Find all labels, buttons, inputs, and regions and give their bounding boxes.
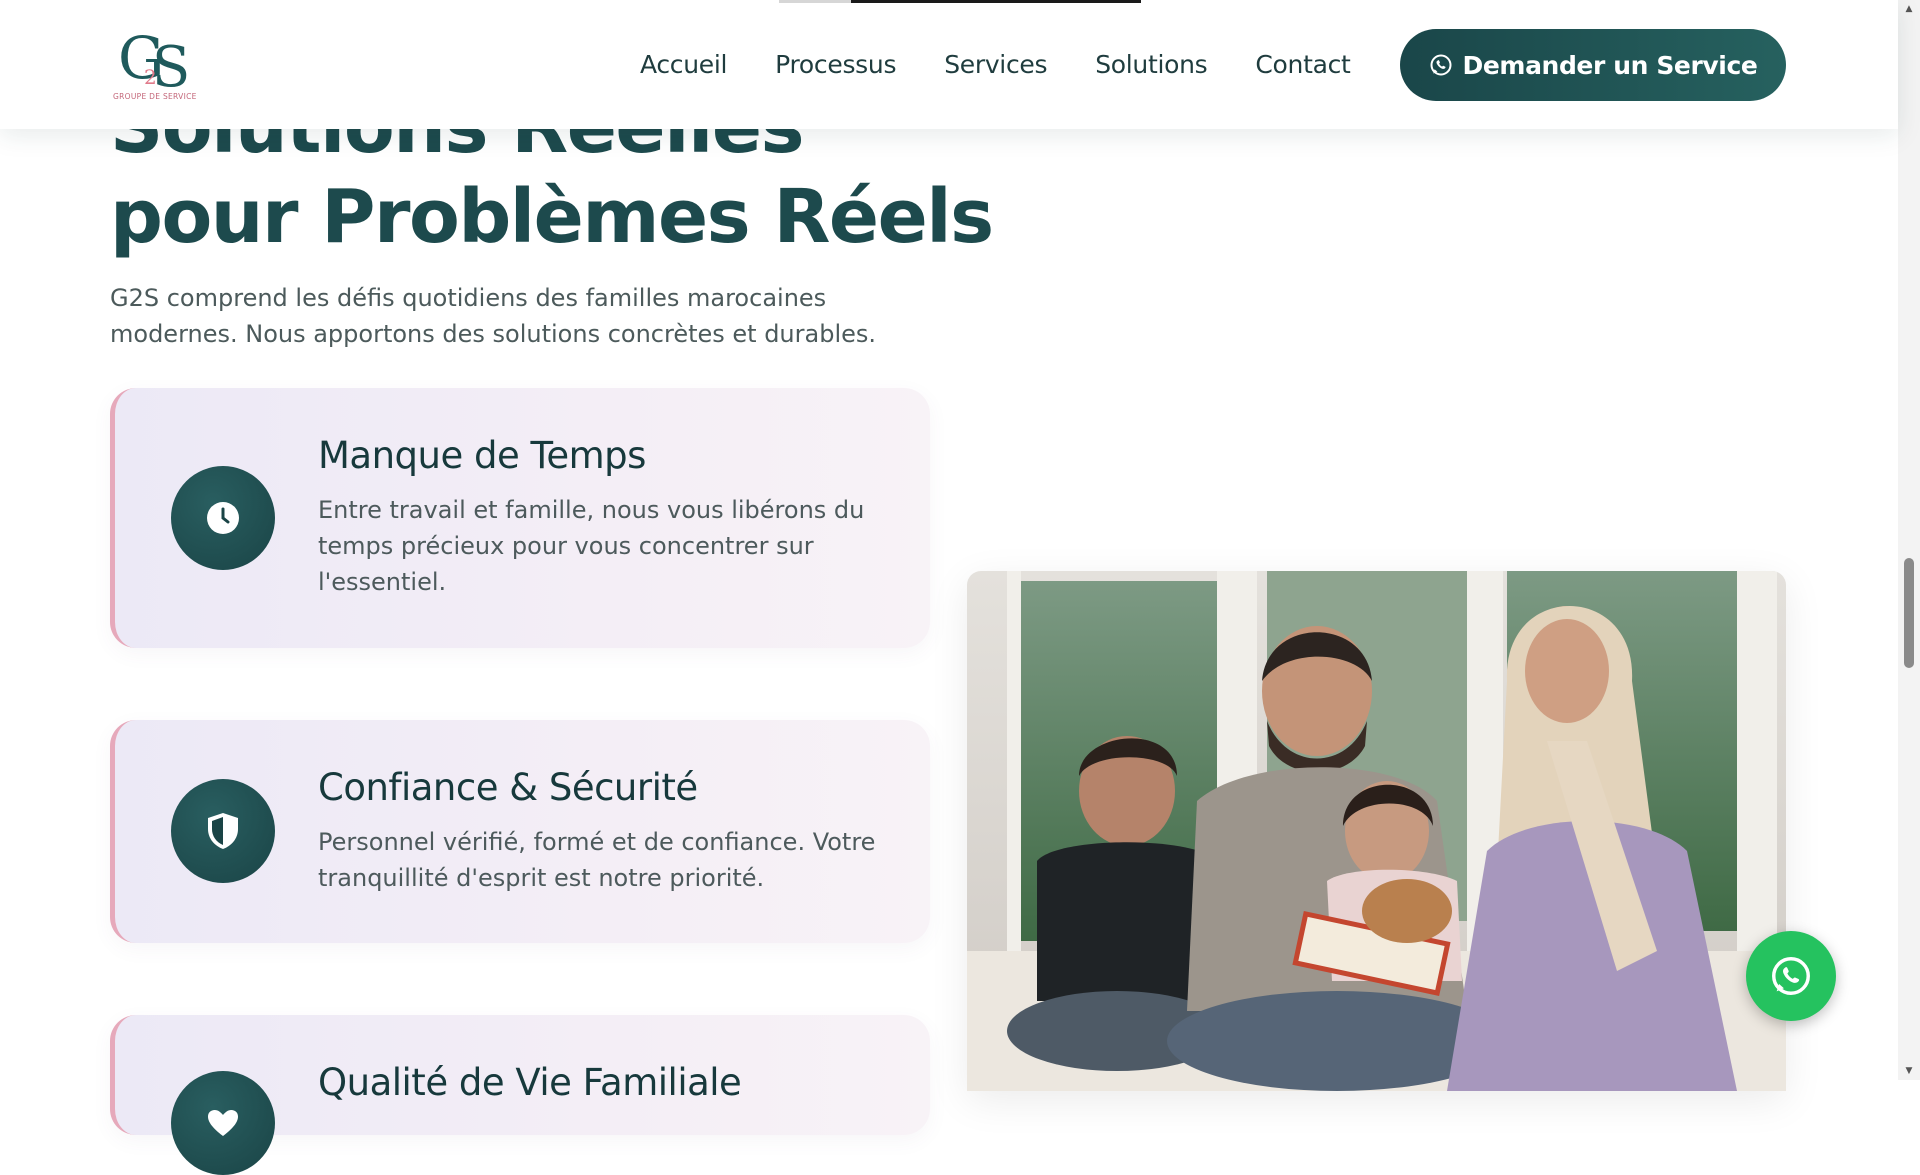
nav-processus[interactable]: Processus	[775, 45, 896, 85]
whatsapp-icon	[1772, 957, 1810, 995]
request-service-button[interactable]: Demander un Service	[1400, 29, 1786, 101]
site-logo[interactable]: G S 2 GROUPE DE SERVICE	[110, 26, 205, 104]
card-description: Personnel vérifié, formé et de confiance…	[318, 828, 876, 892]
problem-card-trust: Confiance & Sécurité Personnel vérifié, …	[110, 720, 930, 943]
card-title: Manque de Temps	[318, 434, 646, 477]
card-icon-circle	[171, 779, 275, 883]
site-header: G S 2 GROUPE DE SERVICE Accueil Processu…	[0, 0, 1898, 129]
hero-headline-line2: pour Problèmes Réels	[110, 174, 994, 260]
whatsapp-float-button[interactable]	[1746, 931, 1836, 1021]
scroll-down-arrow-icon[interactable]: ▼	[1903, 1066, 1915, 1076]
card-icon-circle	[171, 1071, 275, 1175]
shield-icon	[208, 813, 238, 849]
family-photo	[967, 571, 1786, 1091]
nav-accueil[interactable]: Accueil	[640, 45, 727, 85]
card-description: Entre travail et famille, nous vous libé…	[318, 496, 865, 596]
scrollbar-thumb[interactable]	[1904, 558, 1914, 668]
main-nav: Accueil Processus Services Solutions Con…	[640, 45, 1399, 85]
scroll-progress-fill	[851, 0, 1141, 3]
logo-s: S	[152, 35, 190, 92]
nav-solutions[interactable]: Solutions	[1095, 45, 1207, 85]
nav-services[interactable]: Services	[944, 45, 1047, 85]
nav-contact[interactable]: Contact	[1255, 45, 1350, 85]
whatsapp-icon	[1430, 54, 1452, 76]
problem-card-time: Manque de Temps Entre travail et famille…	[110, 388, 930, 648]
problem-card-family: Qualité de Vie Familiale	[110, 1015, 930, 1175]
page-scrollbar[interactable]: ▲ ▼	[1898, 0, 1920, 1080]
heart-icon	[208, 1110, 238, 1136]
logo-2: 2	[144, 65, 157, 89]
family-photo-illustration	[967, 571, 1786, 1091]
logo-tagline: GROUPE DE SERVICE	[113, 92, 197, 101]
clock-icon	[207, 502, 239, 534]
hero-lead: G2S comprend les défis quotidiens des fa…	[110, 284, 877, 348]
request-service-label: Demander un Service	[1462, 50, 1758, 80]
card-title: Qualité de Vie Familiale	[318, 1061, 742, 1104]
card-title: Confiance & Sécurité	[318, 766, 698, 809]
card-icon-circle	[171, 466, 275, 570]
scroll-up-arrow-icon[interactable]: ▲	[1903, 4, 1915, 14]
g2s-logo-mark: G S 2	[118, 26, 190, 92]
